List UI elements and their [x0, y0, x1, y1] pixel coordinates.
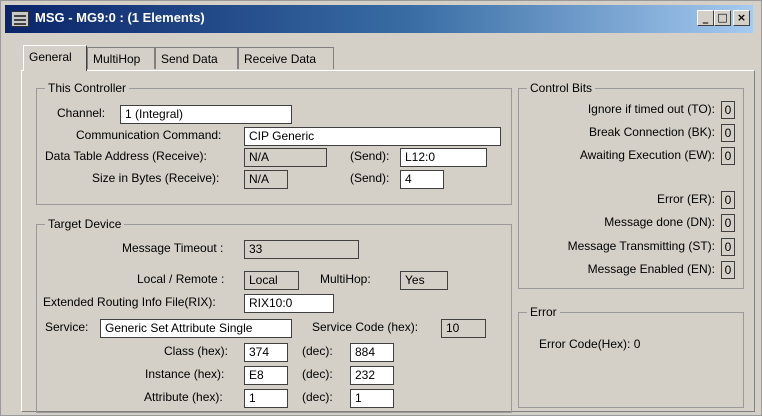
error-legend: Error: [527, 305, 560, 319]
target-device-group: Target Device Message Timeout : 33 Local…: [36, 217, 512, 413]
control-bit-ew[interactable]: 0: [721, 147, 735, 165]
attribute-hex-field[interactable]: 1: [244, 389, 288, 408]
title-bar[interactable]: MSG - MG9:0 : (1 Elements) _ □ ×: [5, 5, 753, 33]
message-window: MSG - MG9:0 : (1 Elements) _ □ × General…: [0, 0, 762, 416]
control-bit-label-st: Message Transmitting (ST):: [567, 239, 715, 253]
dta-send-field[interactable]: L12:0: [400, 148, 487, 167]
size-send-label: (Send):: [350, 171, 390, 185]
control-bit-label-to: Ignore if timed out (TO):: [587, 102, 715, 116]
this-controller-group: This Controller Channel: 1 (Integral) Co…: [36, 81, 512, 205]
error-code-text: Error Code(Hex): 0: [539, 337, 641, 351]
class-dec-field[interactable]: 884: [350, 343, 394, 362]
control-bit-label-ew: Awaiting Execution (EW):: [579, 148, 715, 162]
control-bit-bk[interactable]: 0: [721, 124, 735, 142]
size-receive-label: Size in Bytes (Receive):: [92, 171, 220, 185]
service-field[interactable]: Generic Set Attribute Single: [100, 319, 292, 338]
control-bit-to[interactable]: 0: [721, 101, 735, 119]
multihop-field: Yes: [400, 271, 448, 290]
instance-dec-label: (dec):: [302, 367, 333, 381]
attribute-hex-label: Attribute (hex):: [144, 390, 223, 404]
control-bit-dn[interactable]: 0: [721, 214, 735, 232]
size-receive-field: N/A: [244, 170, 288, 189]
timeout-label: Message Timeout :: [122, 241, 224, 255]
maximize-button[interactable]: □: [714, 10, 731, 26]
control-bit-en[interactable]: 0: [721, 261, 735, 279]
tab-multihop[interactable]: MultiHop: [87, 47, 155, 69]
dta-receive-label: Data Table Address (Receive):: [45, 149, 207, 163]
size-send-field[interactable]: 4: [400, 170, 444, 189]
target-device-legend: Target Device: [45, 217, 125, 231]
control-bit-st[interactable]: 0: [721, 238, 735, 256]
rix-field[interactable]: RIX10:0: [244, 294, 334, 313]
service-code-label: Service Code (hex):: [312, 320, 419, 334]
minimize-button[interactable]: _: [697, 10, 714, 26]
instance-hex-label: Instance (hex):: [145, 367, 225, 381]
service-label: Service:: [45, 320, 89, 334]
control-bits-legend: Control Bits: [527, 81, 596, 95]
rix-label: Extended Routing Info File(RIX):: [43, 295, 216, 309]
control-bit-er[interactable]: 0: [721, 191, 735, 209]
control-bit-label-en: Message Enabled (EN):: [587, 262, 715, 276]
instance-dec-field[interactable]: 232: [350, 366, 394, 385]
general-tab-panel: This Controller Channel: 1 (Integral) Co…: [21, 70, 755, 413]
class-dec-label: (dec):: [302, 344, 333, 358]
class-hex-field[interactable]: 374: [244, 343, 288, 362]
dta-send-label: (Send):: [350, 149, 390, 163]
app-icon: [11, 11, 29, 27]
tab-general[interactable]: General: [23, 45, 87, 71]
tab-send-data[interactable]: Send Data: [155, 47, 238, 69]
window-title: MSG - MG9:0 : (1 Elements): [35, 10, 205, 25]
channel-label: Channel:: [57, 106, 106, 120]
control-bit-label-er: Error (ER):: [657, 192, 715, 206]
command-field[interactable]: CIP Generic: [244, 127, 501, 146]
instance-hex-field[interactable]: E8: [244, 366, 288, 385]
local-remote-label: Local / Remote :: [137, 272, 225, 286]
timeout-field: 33: [244, 240, 359, 259]
class-hex-label: Class (hex):: [164, 344, 229, 358]
this-controller-legend: This Controller: [45, 81, 130, 95]
command-label: Communication Command:: [76, 128, 222, 142]
service-code-field: 10: [441, 319, 486, 338]
close-button[interactable]: ×: [733, 10, 750, 26]
attribute-dec-label: (dec):: [302, 390, 333, 404]
error-group: Error Error Code(Hex): 0: [518, 305, 744, 408]
local-remote-field: Local: [244, 271, 299, 290]
control-bit-label-dn: Message done (DN):: [604, 215, 715, 229]
dta-receive-field: N/A: [244, 148, 327, 167]
control-bit-label-bk: Break Connection (BK):: [588, 125, 715, 139]
attribute-dec-field[interactable]: 1: [350, 389, 394, 408]
control-bits-group: Control Bits Ignore if timed out (TO): 0…: [518, 81, 744, 289]
channel-field[interactable]: 1 (Integral): [120, 105, 292, 124]
multihop-label: MultiHop:: [320, 272, 371, 286]
tab-receive-data[interactable]: Receive Data: [238, 47, 334, 69]
